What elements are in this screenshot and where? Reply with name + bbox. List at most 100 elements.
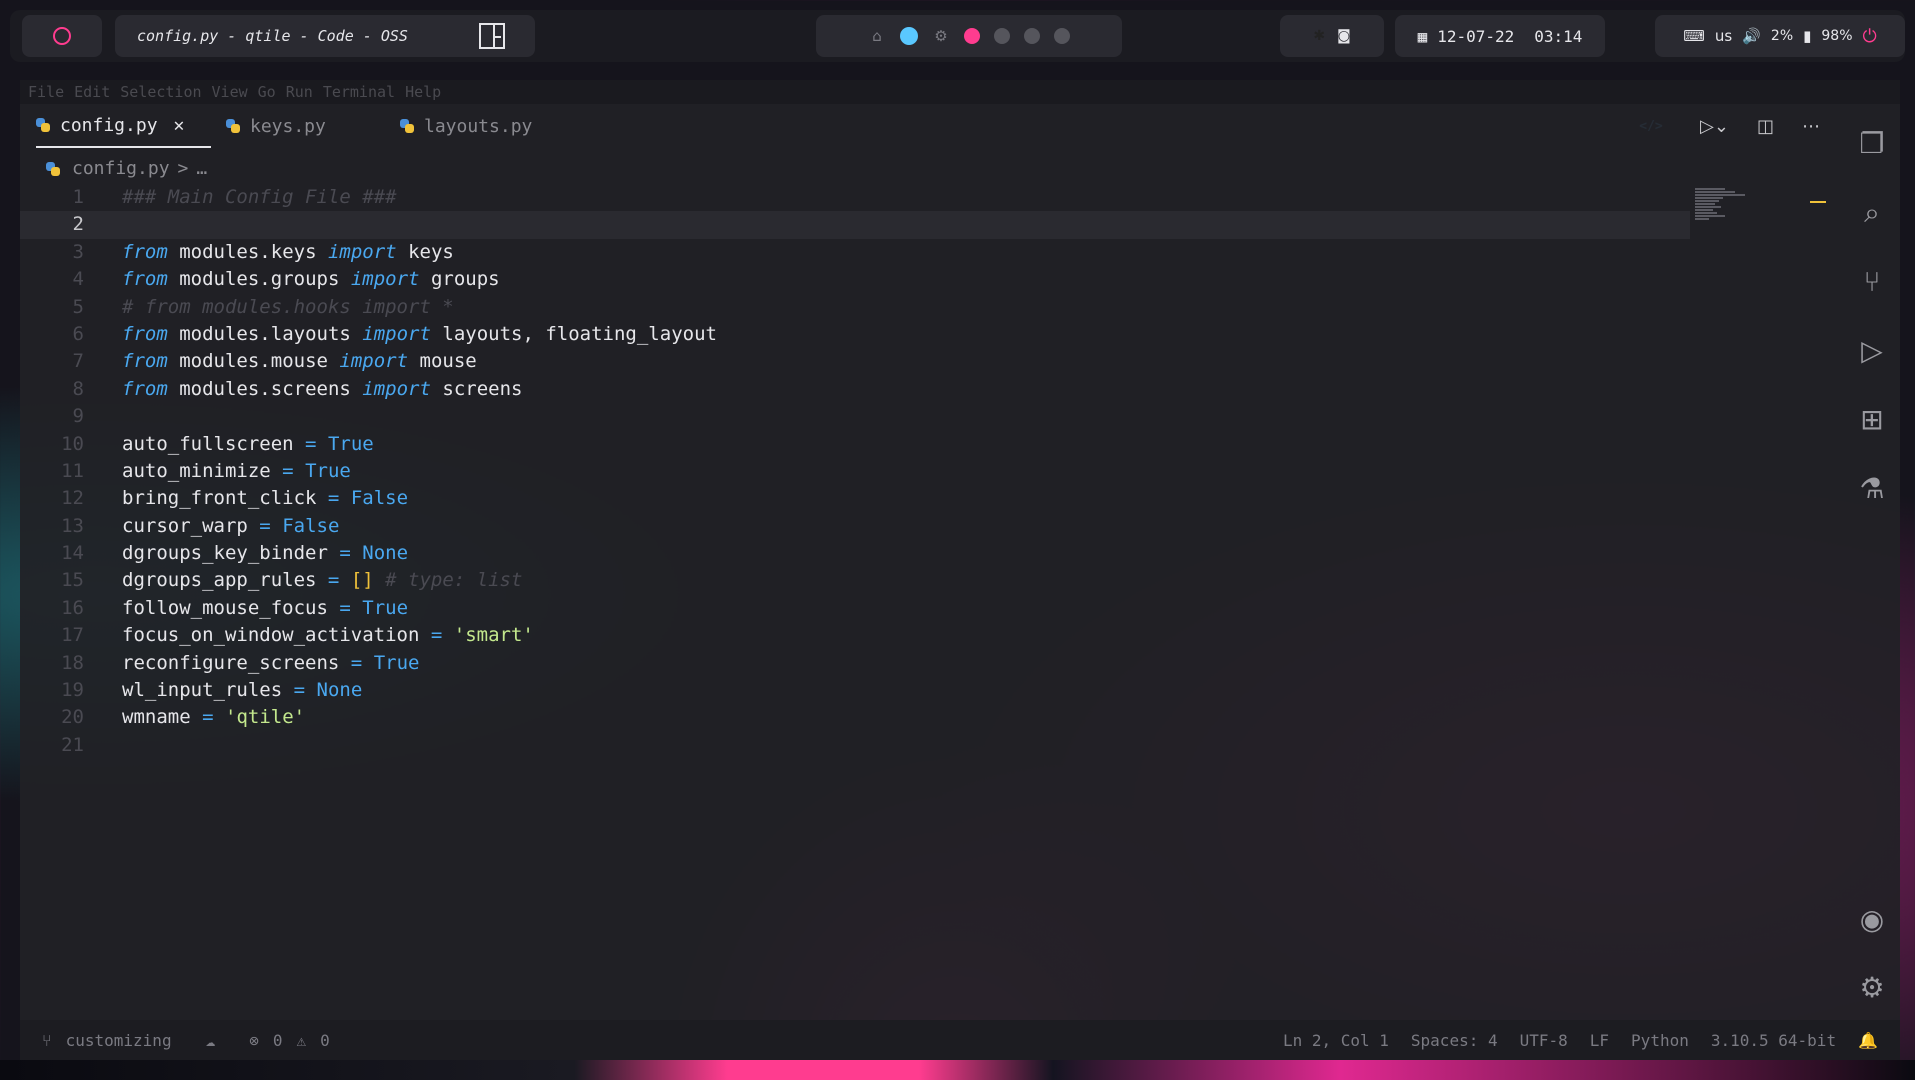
language-mode[interactable]: Python — [1631, 1031, 1689, 1050]
time-text: 03:14 — [1534, 26, 1583, 46]
code-editor-window: File Edit Selection View Go Run Terminal… — [20, 80, 1900, 1060]
launcher-button[interactable] — [22, 15, 102, 57]
breadcrumb-more[interactable]: … — [196, 158, 207, 179]
branch-icon[interactable]: ⑂ — [42, 1031, 52, 1050]
menu-terminal[interactable]: Terminal — [323, 83, 395, 101]
extensions-icon[interactable]: ⊞ — [1856, 404, 1888, 436]
run-debug-icon[interactable]: ▷ — [1856, 335, 1888, 367]
line-number: 5 — [72, 295, 84, 318]
tab-bar: config.py ✕ keys.py layouts.py ▷⌄ ◫ ⋯ — [20, 104, 1830, 148]
code-text: focus_on_window_activation = 'smart' — [122, 624, 534, 647]
window-title: config.py - qtile - Code - OSS — [137, 27, 408, 45]
line-number: 13 — [61, 514, 84, 537]
python-interpreter[interactable]: 3.10.5 64-bit — [1711, 1031, 1836, 1050]
code-line[interactable]: 4 from modules.groups import groups — [20, 266, 1690, 293]
python-file-icon — [46, 161, 60, 176]
line-number: 15 — [61, 569, 84, 592]
volume-icon[interactable]: 🔊 — [1742, 27, 1761, 45]
code-line[interactable]: 21 — [20, 732, 1690, 759]
code-line[interactable]: 18 reconfigure_screens = True — [20, 650, 1690, 677]
firefox-icon[interactable] — [900, 27, 918, 45]
keyboard-layout[interactable]: us — [1715, 27, 1732, 45]
code-line[interactable]: 1 ### Main Config File ### — [20, 184, 1690, 211]
code-line[interactable]: 11 auto_minimize = True — [20, 458, 1690, 485]
tab-keys-py[interactable]: keys.py — [226, 104, 326, 148]
code-line[interactable]: 2 — [20, 211, 1690, 239]
run-icon[interactable]: ▷⌄ — [1700, 116, 1729, 137]
workspace-dot-active[interactable] — [964, 28, 980, 44]
code-area[interactable]: 1 ### Main Config File ### 2 3 from modules.… — [20, 184, 1690, 759]
menu-go[interactable]: Go — [258, 83, 276, 101]
sync-icon[interactable]: ☁ — [206, 1031, 216, 1050]
explorer-icon[interactable]: ❐ — [1856, 128, 1888, 160]
workspace-dot[interactable] — [1054, 28, 1070, 44]
home-icon[interactable]: ⌂ — [868, 27, 886, 45]
menu-selection[interactable]: Selection — [120, 83, 201, 101]
workspace-dot[interactable] — [994, 28, 1010, 44]
code-line[interactable]: 7 from modules.mouse import mouse — [20, 348, 1690, 375]
menu-file[interactable]: File — [28, 83, 64, 101]
line-number: 7 — [72, 350, 84, 373]
code-text: reconfigure_screens = True — [122, 651, 420, 674]
menu-view[interactable]: View — [212, 83, 248, 101]
code-line[interactable]: 6 from modules.layouts import layouts, fl… — [20, 321, 1690, 348]
code-line[interactable]: 20 wmname = 'qtile' — [20, 704, 1690, 731]
warning-icon[interactable]: ⚠ — [297, 1031, 307, 1050]
cursor-position[interactable]: Ln 2, Col 1 — [1283, 1031, 1389, 1050]
error-icon[interactable]: ⊗ — [249, 1031, 259, 1050]
menu-run[interactable]: Run — [286, 83, 313, 101]
code-line[interactable]: 3 from modules.keys import keys — [20, 239, 1690, 266]
minimap[interactable] — [1695, 188, 1775, 228]
line-number: 17 — [61, 624, 84, 647]
search-icon[interactable]: ⌕ — [1856, 197, 1888, 229]
settings-gear-icon[interactable]: ⚙ — [1856, 972, 1888, 1004]
battery-level: 98% — [1821, 28, 1853, 44]
line-number: 9 — [72, 405, 84, 428]
tab-label: keys.py — [250, 115, 326, 137]
code-line[interactable]: 9 — [20, 403, 1690, 430]
code-text: auto_fullscreen = True — [122, 432, 374, 455]
line-number: 12 — [61, 487, 84, 510]
code-line[interactable]: 5 # from modules.hooks import * — [20, 294, 1690, 321]
testing-icon[interactable]: ⚗ — [1856, 473, 1888, 505]
power-icon[interactable]: ⏻ — [1863, 26, 1877, 47]
line-number: 19 — [61, 679, 84, 702]
bluetooth-icon[interactable]: ✱ — [1313, 28, 1325, 44]
branch-name[interactable]: customizing — [66, 1031, 172, 1050]
tab-config-py[interactable]: config.py ✕ — [36, 104, 211, 148]
breadcrumb: config.py > … — [46, 158, 207, 179]
line-number: 18 — [61, 651, 84, 674]
end-of-line[interactable]: LF — [1590, 1031, 1609, 1050]
code-line[interactable]: 19 wl_input_rules = None — [20, 677, 1690, 704]
code-line[interactable]: 8 from modules.screens import screens — [20, 376, 1690, 403]
code-line[interactable]: 15 dgroups_app_rules = [] # type: list — [20, 567, 1690, 594]
more-actions-icon[interactable]: ⋯ — [1802, 116, 1820, 137]
layout-icon[interactable] — [479, 23, 505, 49]
code-line[interactable]: 17 focus_on_window_activation = 'smart' — [20, 622, 1690, 649]
workspace-dot[interactable] — [1024, 28, 1040, 44]
menu-edit[interactable]: Edit — [74, 83, 110, 101]
tab-layouts-py[interactable]: layouts.py — [400, 104, 532, 148]
indentation[interactable]: Spaces: 4 — [1411, 1031, 1498, 1050]
code-text: from modules.screens import screens — [122, 377, 523, 400]
code-text: from modules.mouse import mouse — [122, 350, 477, 373]
code-text: # from modules.hooks import * — [122, 295, 454, 318]
menu-help[interactable]: Help — [405, 83, 441, 101]
breadcrumb-file[interactable]: config.py — [72, 158, 170, 179]
line-number: 20 — [61, 706, 84, 729]
steam-icon[interactable]: ⚙ — [932, 27, 950, 45]
window-title-widget: config.py - qtile - Code - OSS — [115, 15, 535, 57]
close-icon[interactable]: ✕ — [174, 115, 185, 136]
account-icon[interactable]: ◉ — [1856, 904, 1888, 936]
encoding[interactable]: UTF-8 — [1520, 1031, 1568, 1050]
notifications-bell-icon[interactable]: 🔔 — [1858, 1031, 1878, 1050]
code-line[interactable]: 16 follow_mouse_focus = True — [20, 595, 1690, 622]
source-control-icon[interactable]: ⑂ — [1856, 266, 1888, 298]
code-line[interactable]: 13 cursor_warp = False — [20, 513, 1690, 540]
discord-icon[interactable]: ◙ — [1337, 28, 1351, 44]
code-text: from modules.layouts import layouts, flo… — [122, 322, 717, 345]
code-line[interactable]: 10 auto_fullscreen = True — [20, 431, 1690, 458]
split-editor-icon[interactable]: ◫ — [1757, 116, 1774, 137]
code-line[interactable]: 14 dgroups_key_binder = None — [20, 540, 1690, 567]
code-line[interactable]: 12 bring_front_click = False — [20, 485, 1690, 512]
